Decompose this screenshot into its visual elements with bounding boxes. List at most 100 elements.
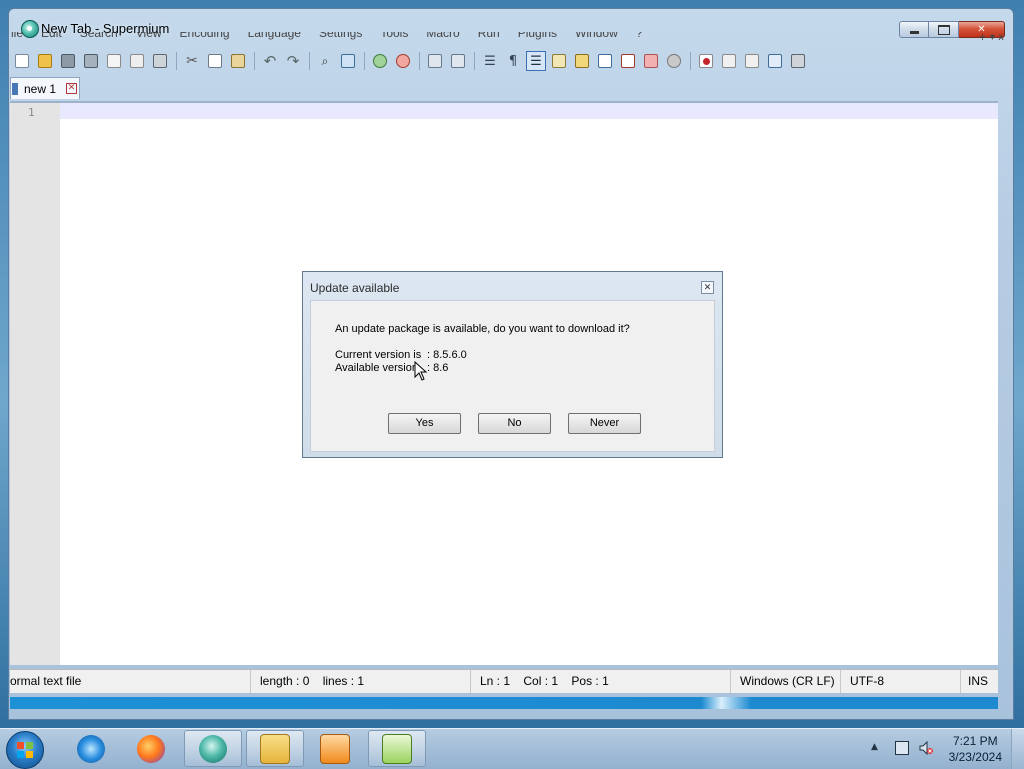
menu-language[interactable]: Language [239, 32, 310, 46]
status-col: Col : 1 [523, 674, 559, 688]
zoom-out-button[interactable] [393, 51, 413, 71]
redo-button[interactable]: ↷ [283, 51, 303, 71]
udl-icon [552, 54, 566, 68]
status-encoding[interactable]: UTF-8 [850, 670, 961, 693]
show-all-chars-button[interactable]: ¶ [503, 51, 523, 71]
close-all-button[interactable] [127, 51, 147, 71]
taskbar-internet-explorer[interactable] [62, 730, 120, 767]
eye-icon [667, 54, 681, 68]
taskbar-media-player[interactable] [306, 730, 364, 767]
pilcrow-icon: ¶ [508, 53, 518, 69]
taskbar-file-explorer[interactable] [246, 730, 304, 767]
doc-map-button[interactable] [572, 51, 592, 71]
toolbar-separator [176, 52, 177, 70]
close-all-icon [130, 54, 144, 68]
doc-list-icon [598, 54, 612, 68]
zoom-in-icon [373, 54, 387, 68]
binoculars-icon: ⌕ [321, 53, 329, 68]
indent-guide-button[interactable]: ☰ [526, 51, 546, 71]
replace-icon [341, 54, 355, 68]
menu-macro[interactable]: Macro [417, 32, 468, 46]
yes-button[interactable]: Yes [388, 413, 461, 434]
zoom-out-icon [396, 54, 410, 68]
no-button[interactable]: No [478, 413, 551, 434]
start-button[interactable] [6, 731, 44, 769]
menu-file[interactable]: ile [11, 32, 32, 46]
window-bottom-strip [10, 697, 998, 709]
status-bar: ormal text file length : 0 lines : 1 Ln … [10, 669, 998, 693]
doc-list-button[interactable] [595, 51, 615, 71]
menu-window[interactable]: Window [566, 32, 627, 46]
close-file-button[interactable] [104, 51, 124, 71]
function-list-icon [621, 54, 635, 68]
menu-settings[interactable]: Settings [310, 32, 371, 46]
run-macro-multiple-button[interactable] [765, 51, 785, 71]
status-ln: Ln : 1 [480, 674, 511, 688]
indent-guide-icon: ☰ [530, 53, 542, 69]
tab-close-icon[interactable]: ✕ [66, 83, 78, 94]
menu-right-controls[interactable]: + ▾ x [978, 32, 1004, 43]
menu-bar: ile Edit Search View Encoding Language S… [11, 32, 996, 46]
stop-macro-button[interactable] [719, 51, 739, 71]
system-clock[interactable]: 7:21 PM 3/23/2024 [949, 733, 1002, 765]
cut-button[interactable]: ✂ [182, 51, 202, 71]
never-button[interactable]: Never [568, 413, 641, 434]
redo-icon: ↷ [286, 52, 300, 70]
new-file-button[interactable] [12, 51, 32, 71]
word-wrap-icon: ☰ [484, 53, 496, 69]
word-wrap-button[interactable]: ☰ [480, 51, 500, 71]
folder-workspace-icon [644, 54, 658, 68]
toolbar-separator [474, 52, 475, 70]
menu-encoding[interactable]: Encoding [171, 32, 239, 46]
menu-edit[interactable]: Edit [32, 32, 71, 46]
menu-help[interactable]: ? [627, 32, 652, 46]
file-explorer-icon [260, 733, 290, 764]
zoom-in-button[interactable] [370, 51, 390, 71]
play-macro-button[interactable] [742, 51, 762, 71]
copy-button[interactable] [205, 51, 225, 71]
tab-new-1[interactable]: new 1 ✕ [10, 77, 80, 99]
document-tab-strip: new 1 ✕ [10, 77, 996, 101]
find-button[interactable]: ⌕ [315, 51, 335, 71]
show-hidden-icons-icon[interactable]: ▲ [871, 742, 878, 752]
replace-button[interactable] [338, 51, 358, 71]
menu-search[interactable]: Search [71, 32, 127, 46]
toolbar-separator [254, 52, 255, 70]
menu-view[interactable]: View [127, 32, 171, 46]
save-icon [61, 54, 75, 68]
sync-horizontal-button[interactable] [448, 51, 468, 71]
udl-button[interactable] [549, 51, 569, 71]
monitoring-button[interactable] [664, 51, 684, 71]
menu-run[interactable]: Run [469, 32, 509, 46]
status-insert-mode[interactable]: INS [968, 670, 996, 693]
paste-button[interactable] [228, 51, 248, 71]
taskbar-supermium[interactable] [184, 730, 242, 767]
record-macro-button[interactable] [696, 51, 716, 71]
show-desktop-button[interactable] [1011, 729, 1024, 769]
save-button[interactable] [58, 51, 78, 71]
save-all-button[interactable] [81, 51, 101, 71]
save-macro-button[interactable] [788, 51, 808, 71]
folder-workspace-button[interactable] [641, 51, 661, 71]
dialog-close-button[interactable]: ✕ [701, 281, 714, 294]
taskbar-notepad-plus-plus[interactable] [368, 730, 426, 767]
copy-icon [208, 54, 222, 68]
menu-plugins[interactable]: Plugins [509, 32, 566, 46]
sync-vertical-button[interactable] [425, 51, 445, 71]
network-icon[interactable] [895, 741, 909, 755]
function-list-button[interactable] [618, 51, 638, 71]
status-eol[interactable]: Windows (CR LF) [740, 670, 841, 693]
close-file-icon [107, 54, 121, 68]
volume-muted-icon[interactable] [919, 741, 933, 755]
doc-map-icon [575, 54, 589, 68]
status-position: Ln : 1 Col : 1 Pos : 1 [480, 670, 731, 693]
undo-button[interactable]: ↶ [260, 51, 280, 71]
open-file-button[interactable] [35, 51, 55, 71]
media-player-icon [320, 733, 350, 764]
status-lines: lines : 1 [322, 674, 365, 688]
dialog-body: An update package is available, do you w… [310, 300, 715, 452]
print-button[interactable] [150, 51, 170, 71]
current-version-row: Current version is: 8.5.6.0 [335, 349, 467, 361]
menu-tools[interactable]: Tools [371, 32, 417, 46]
taskbar-firefox[interactable] [122, 730, 180, 767]
